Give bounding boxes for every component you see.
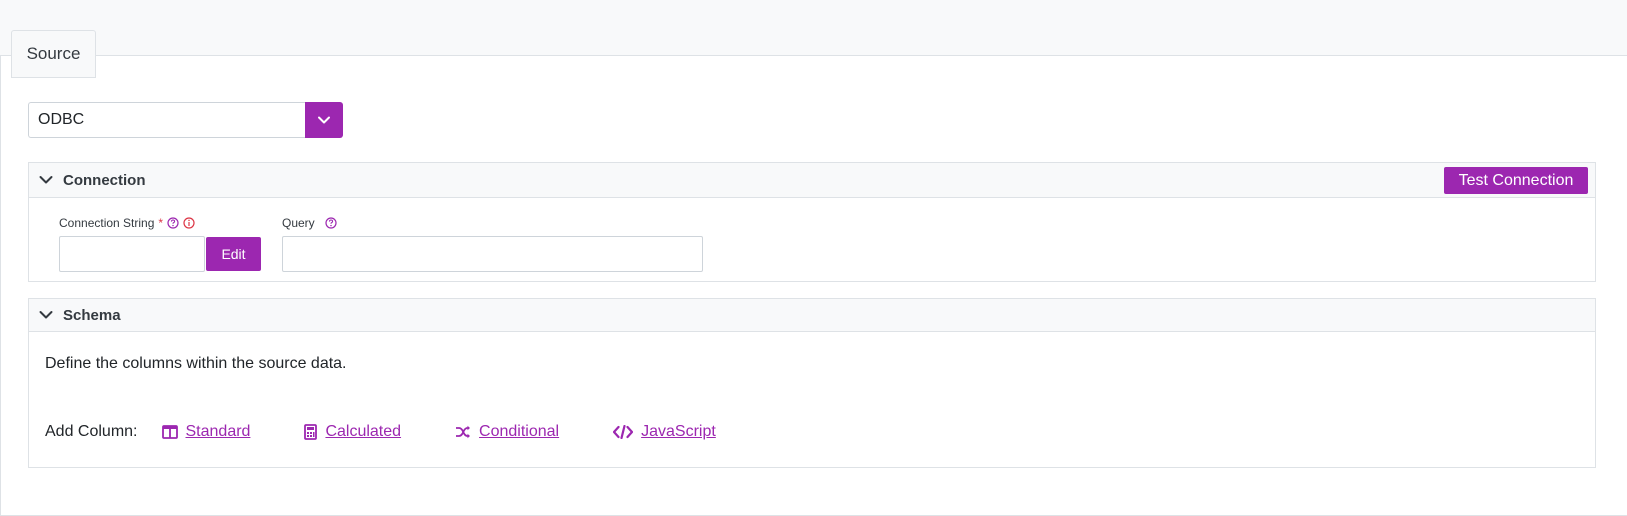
add-standard-label[interactable]: Standard: [186, 423, 251, 441]
schema-header[interactable]: Schema: [29, 299, 1595, 332]
connection-string-input[interactable]: [59, 236, 205, 272]
connection-header[interactable]: Connection Test Connection: [29, 163, 1595, 198]
add-column-label: Add Column:: [45, 423, 138, 440]
edit-connection-string-button[interactable]: Edit: [206, 237, 261, 271]
tab-source-label: Source: [26, 44, 81, 63]
query-label-row: Query: [282, 216, 337, 230]
add-column-row: Add Column: Standard Calculated Conditio…: [45, 423, 770, 441]
test-connection-button[interactable]: Test Connection: [1444, 167, 1588, 194]
chevron-down-icon[interactable]: [37, 306, 55, 324]
connection-section: Connection Test Connection Connection St…: [28, 162, 1596, 282]
table-columns-icon: [161, 425, 178, 439]
code-icon: [613, 425, 634, 439]
connection-string-label: Connection String: [59, 216, 155, 230]
connection-title: Connection: [63, 171, 146, 189]
add-calculated-label[interactable]: Calculated: [325, 423, 401, 441]
chevron-down-icon: [318, 116, 330, 124]
calculator-icon: [304, 424, 318, 440]
source-type-value[interactable]: ODBC: [28, 102, 305, 138]
info-circle-icon[interactable]: [183, 217, 195, 229]
source-type-dropdown-button[interactable]: [305, 102, 343, 138]
query-input[interactable]: [282, 236, 703, 272]
tab-source[interactable]: Source: [11, 30, 96, 78]
source-type-select[interactable]: ODBC: [28, 102, 343, 138]
add-javascript-column-link[interactable]: JavaScript: [613, 423, 716, 441]
add-conditional-label[interactable]: Conditional: [479, 423, 559, 441]
schema-description: Define the columns within the source dat…: [45, 355, 347, 372]
required-mark: *: [158, 216, 164, 230]
schema-section: Schema Define the columns within the sou…: [28, 298, 1596, 468]
question-circle-icon[interactable]: [325, 217, 337, 229]
add-javascript-label[interactable]: JavaScript: [641, 423, 716, 441]
query-label: Query: [282, 216, 315, 230]
schema-title: Schema: [63, 306, 121, 324]
add-standard-column-link[interactable]: Standard: [161, 423, 251, 441]
connection-string-label-row: Connection String *: [59, 216, 195, 230]
add-conditional-column-link[interactable]: Conditional: [455, 423, 559, 441]
chevron-down-icon[interactable]: [37, 171, 55, 189]
add-calculated-column-link[interactable]: Calculated: [304, 423, 401, 441]
shuffle-icon: [456, 425, 471, 439]
question-circle-icon[interactable]: [167, 217, 179, 229]
